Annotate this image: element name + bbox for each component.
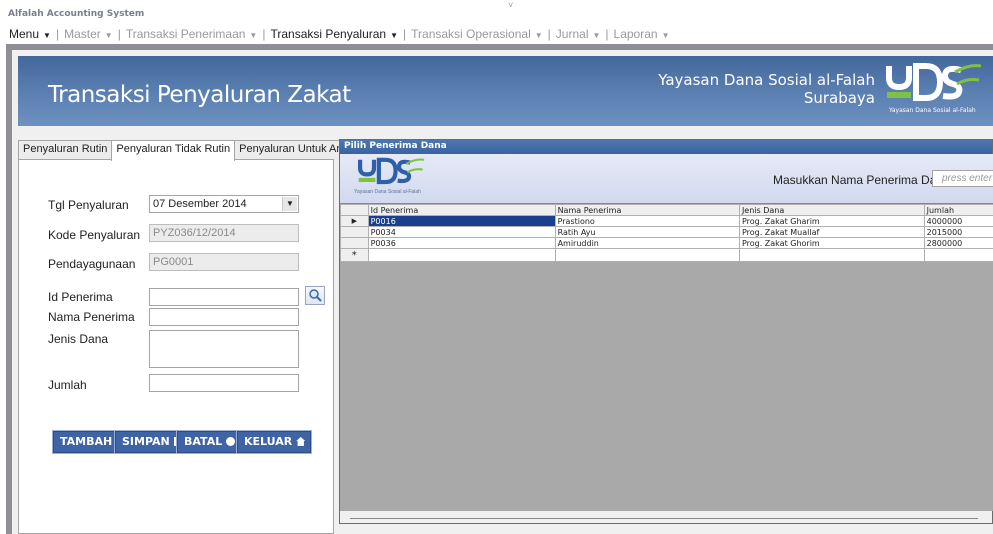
menu-item-transaksi-penyaluran[interactable]: Transaksi Penyaluran ▼ (270, 27, 398, 41)
menu-item-transaksi-penerimaan[interactable]: Transaksi Penerimaan ▼ (126, 27, 258, 41)
cell-jumlah[interactable] (923, 248, 993, 262)
dialog-header: Yayasan Dana Sosial al-Falah Masukkan Na… (340, 154, 993, 203)
row-header-corner (340, 204, 369, 216)
menu-separator: | (547, 27, 551, 41)
menu-separator: | (55, 27, 60, 41)
pendayagunaan-field: PG0001 (149, 253, 299, 271)
table-header: Id Penerima Nama Penerima Jenis Dana Jum… (340, 204, 993, 216)
cell-id[interactable]: P0034 (367, 226, 556, 238)
logo-caption: Yayasan Dana Sosial al-Falah (889, 107, 976, 114)
column-header-jenis[interactable]: Jenis Dana (738, 204, 925, 216)
cell-nama[interactable]: Amiruddin (554, 237, 740, 249)
dialog-footer-line (350, 511, 978, 519)
keluar-button-label: KELUAR (244, 435, 293, 448)
mini-logo-caption: Yayasan Dana Sosial al-Falah (354, 189, 421, 195)
new-row-indicator: * (340, 248, 369, 262)
dialog-title: Pilih Penerima Dana (340, 140, 992, 154)
ydsf-logo: Yayasan Dana Sosial al-Falah (883, 62, 982, 118)
cell-id[interactable] (367, 248, 556, 262)
jenis-dana-label: Jenis Dana (48, 332, 109, 346)
batal-button[interactable]: BATAL (177, 431, 242, 453)
row-header (340, 226, 369, 238)
column-header-jumlah[interactable]: Jumlah (923, 204, 993, 216)
kode-penyaluran-label: Kode Penyaluran (48, 228, 141, 242)
menu-bar: Menu ▼ | Master ▼ | Transaksi Penerimaan ▼ … (0, 24, 993, 44)
nama-penerima-field[interactable] (149, 308, 299, 326)
organization-line-1: Yayasan Dana Sosial al-Falah (658, 71, 875, 89)
penerima-table: Id Penerima Nama Penerima Jenis Dana Jum… (340, 204, 993, 262)
tab-strip: Penyaluran Rutin Penyaluran Tidak Rutin … (18, 140, 356, 161)
table-row[interactable]: P0036 Amiruddin Prog. Zakat Ghorim 28000… (340, 237, 993, 249)
id-penerima-label: Id Penerima (48, 290, 113, 304)
jumlah-label: Jumlah (48, 378, 87, 392)
tgl-penyaluran-value: 07 Desember 2014 (153, 198, 247, 210)
mdi-window: Transaksi Penyaluran Zakat Yayasan Dana … (6, 44, 993, 534)
menu-item-laporan[interactable]: Laporan ▼ (614, 27, 670, 41)
menu-separator: | (403, 27, 407, 41)
cell-jumlah[interactable]: 2015000 (923, 226, 993, 238)
organization-name: Yayasan Dana Sosial al-Falah Surabaya (658, 71, 875, 107)
id-penerima-field[interactable] (149, 288, 299, 306)
cell-jenis[interactable]: Prog. Zakat Ghorim (738, 237, 925, 249)
magnifier-icon (309, 289, 322, 302)
table-row[interactable]: ▶ P0016 Prastiono Prog. Zakat Gharim 400… (340, 215, 993, 227)
current-row-indicator: ▶ (340, 215, 369, 227)
pendayagunaan-label: Pendayagunaan (48, 257, 136, 271)
organization-line-2: Surabaya (803, 89, 875, 107)
header-banner: Transaksi Penyaluran Zakat Yayasan Dana … (18, 56, 993, 126)
cell-jumlah[interactable]: 4000000 (923, 215, 993, 227)
data-grid: Id Penerima Nama Penerima Jenis Dana Jum… (340, 203, 993, 511)
search-label: Masukkan Nama Penerima Dana (773, 173, 950, 187)
menu-separator: | (605, 27, 609, 41)
menu-item-jurnal[interactable]: Jurnal ▼ (556, 27, 601, 41)
column-header-id[interactable]: Id Penerima (367, 204, 556, 216)
cell-jenis[interactable]: Prog. Zakat Muallaf (738, 226, 925, 238)
simpan-button-label: SIMPAN (122, 435, 170, 448)
cell-nama[interactable]: Ratih Ayu (554, 226, 740, 238)
cancel-icon (226, 437, 236, 446)
batal-button-label: BATAL (184, 435, 223, 448)
tambah-button-label: TAMBAH (60, 435, 113, 448)
home-icon (296, 437, 306, 446)
title-marker: ˅ (508, 0, 514, 10)
chevron-down-icon[interactable]: ▼ (282, 197, 297, 211)
row-header (340, 237, 369, 249)
menu-separator: | (117, 27, 121, 41)
cell-nama[interactable] (554, 248, 740, 262)
lookup-button[interactable] (305, 286, 325, 305)
cell-nama[interactable]: Prastiono (554, 215, 740, 227)
pilih-penerima-dialog: Pilih Penerima Dana Yayasan Dana Sosial … (339, 139, 993, 524)
tgl-penyaluran-dropdown[interactable]: 07 Desember 2014 ▼ (149, 195, 299, 213)
jumlah-field[interactable] (149, 374, 299, 392)
tab-panel: Tgl Penyaluran 07 Desember 2014 ▼ Kode P… (18, 159, 334, 534)
cell-id[interactable]: P0016 (367, 215, 556, 227)
search-input[interactable]: press enter (932, 170, 993, 187)
cell-jenis[interactable] (738, 248, 925, 262)
tgl-penyaluran-label: Tgl Penyaluran (48, 198, 129, 212)
menu-item-master[interactable]: Master ▼ (64, 27, 113, 41)
tab-penyaluran-untuk-amil[interactable]: Penyaluran Untuk Amil (234, 140, 356, 160)
menu-separator: | (262, 27, 266, 41)
column-header-nama[interactable]: Nama Penerima (554, 204, 740, 216)
form-body: Transaksi Penyaluran Zakat Yayasan Dana … (12, 50, 993, 534)
ydsf-mini-logo: Yayasan Dana Sosial al-Falah (350, 157, 430, 199)
jenis-dana-field[interactable] (149, 330, 299, 368)
title-bar: Alfalah Accounting System ˅ (0, 0, 993, 24)
new-row[interactable]: * (340, 248, 993, 262)
cell-jenis[interactable]: Prog. Zakat Gharim (738, 215, 925, 227)
page-title: Transaksi Penyaluran Zakat (48, 82, 351, 108)
menu-item-transaksi-operasional[interactable]: Transaksi Operasional ▼ (411, 27, 543, 41)
menu-item-menu[interactable]: Menu ▼ (9, 27, 51, 41)
keluar-button[interactable]: KELUAR (237, 431, 312, 453)
kode-penyaluran-field: PYZ036/12/2014 (149, 224, 299, 242)
app-title: Alfalah Accounting System (8, 9, 145, 19)
cell-jumlah[interactable]: 2800000 (923, 237, 993, 249)
nama-penerima-label: Nama Penerima (48, 310, 135, 324)
tab-penyaluran-rutin[interactable]: Penyaluran Rutin (18, 140, 113, 160)
tab-penyaluran-tidak-rutin[interactable]: Penyaluran Tidak Rutin (111, 140, 236, 161)
table-row[interactable]: P0034 Ratih Ayu Prog. Zakat Muallaf 2015… (340, 226, 993, 238)
cell-id[interactable]: P0036 (367, 237, 556, 249)
